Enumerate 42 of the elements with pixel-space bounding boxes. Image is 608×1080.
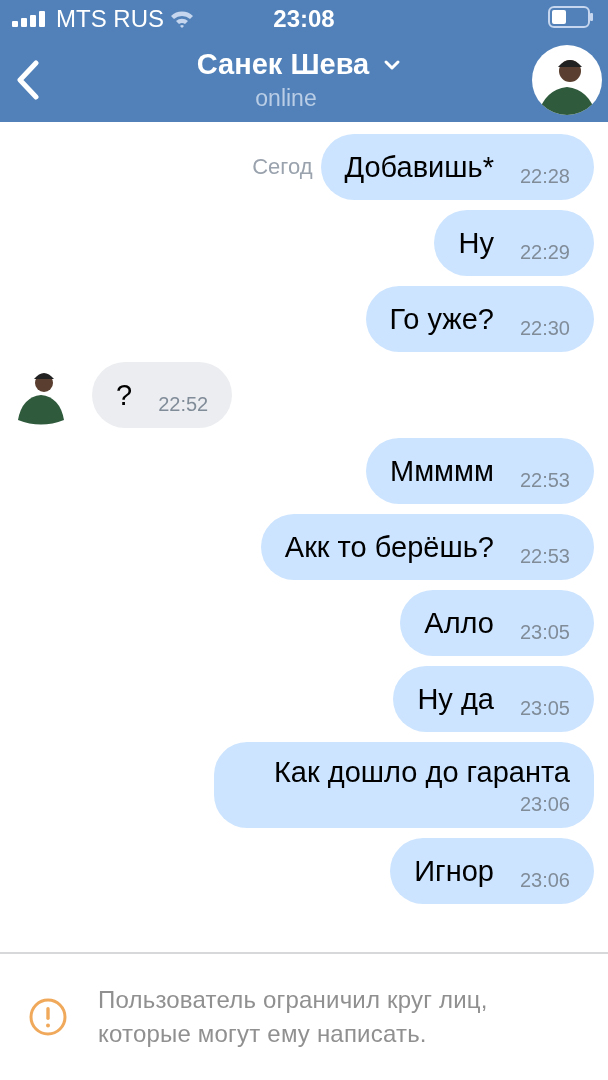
chevron-down-icon[interactable]: [383, 58, 402, 71]
date-separator: Сегод: [252, 154, 313, 180]
message-bubble[interactable]: Игнор 23:06: [390, 838, 594, 904]
message-bubble[interactable]: Ну 22:29: [434, 210, 594, 276]
warning-icon: [28, 997, 68, 1037]
online-status: online: [255, 85, 317, 112]
contact-name[interactable]: Санек Шева: [196, 48, 370, 81]
carrier-name: MTS RUS: [56, 5, 164, 33]
wifi-icon: [170, 10, 194, 28]
message-text: Ну: [458, 226, 494, 261]
message-text: Добавишь*: [344, 150, 494, 185]
message-bubble[interactable]: Алло 23:05: [400, 590, 594, 656]
message-time: 22:53: [519, 468, 570, 493]
avatar[interactable]: [532, 45, 602, 115]
message-text: Ммммм: [390, 454, 494, 489]
clock-time: 23:08: [273, 5, 335, 33]
message-time: 22:52: [158, 392, 209, 417]
message-text: Алло: [424, 606, 494, 641]
message-time: 22:28: [519, 164, 570, 189]
message-text: ?: [116, 378, 133, 413]
message-bubble[interactable]: Добавишь* 22:28: [320, 134, 594, 200]
message-time: 23:06: [519, 868, 570, 893]
back-icon[interactable]: [16, 60, 40, 100]
message-time: 22:29: [519, 240, 570, 265]
message-bubble[interactable]: Ну да 23:05: [393, 666, 594, 732]
notice-text: Пользователь ограничил круг лиц, которые могут ему написать.: [98, 985, 489, 1049]
message-text: Го уже?: [389, 302, 494, 337]
message-bubble[interactable]: Как дошло до гаранта 23:06: [214, 742, 594, 828]
message-text: Ну да: [417, 682, 494, 717]
message-text: Как дошло до гаранта: [273, 755, 570, 790]
message-time: 23:05: [519, 620, 570, 645]
battery-icon: [548, 6, 594, 28]
message-bubble[interactable]: Ммммм 22:53: [366, 438, 594, 504]
message-time: 23:05: [519, 696, 570, 721]
message-time: 22:30: [519, 316, 570, 341]
message-text: Игнор: [414, 854, 494, 889]
message-time: 23:06: [519, 792, 570, 817]
message-text: Акк то берёшь?: [284, 530, 494, 565]
message-time: 22:53: [519, 544, 570, 569]
message-bubble[interactable]: Акк то берёшь? 22:53: [260, 514, 594, 580]
message-bubble[interactable]: Го уже? 22:30: [365, 286, 594, 352]
message-bubble[interactable]: ? 22:52: [92, 362, 233, 428]
